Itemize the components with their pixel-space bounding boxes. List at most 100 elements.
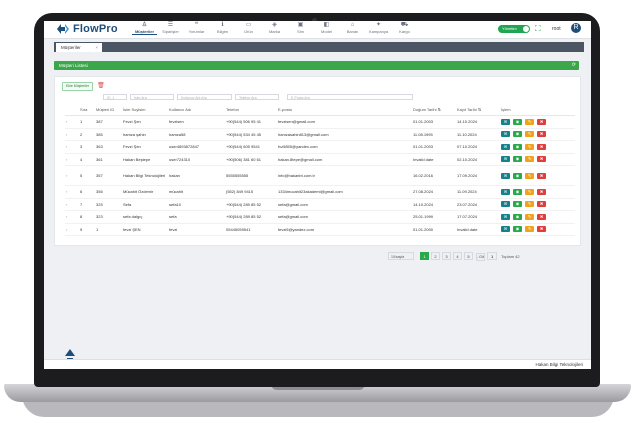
view-icon[interactable]: ◉ — [513, 201, 522, 208]
id-filter-input[interactable]: ID_1 — [103, 94, 127, 100]
cell-name: Fevzi Şen — [122, 115, 168, 129]
expand-row-icon[interactable]: › — [65, 165, 79, 186]
table-toolbar: Ekle Müşteriler 🗑 — [62, 82, 105, 91]
cell-phone: 5555555555 — [225, 165, 277, 186]
cell-id: 356 — [95, 185, 122, 199]
page-button[interactable]: 1 — [420, 252, 429, 260]
refresh-icon[interactable]: ⟳ — [572, 61, 576, 70]
view-icon[interactable]: ◉ — [513, 226, 522, 233]
nav-item-0[interactable]: ♙ Müşteriler — [132, 22, 157, 35]
edit-icon[interactable]: ✎ — [525, 213, 534, 220]
view-icon[interactable]: ◉ — [513, 156, 522, 163]
mode-toggle-label: Yönetim — [502, 26, 517, 31]
expand-row-icon[interactable]: › — [65, 223, 79, 236]
edit-icon[interactable]: ✎ — [525, 118, 534, 125]
trash-icon[interactable]: ✖ — [537, 118, 546, 125]
logo[interactable]: FlowPro — [56, 23, 118, 35]
expand-row-icon[interactable]: › — [65, 128, 79, 141]
footer: Hakan Bilgi Teknolojileri — [44, 359, 591, 369]
expand-row-icon[interactable]: › — [65, 185, 79, 199]
message-icon[interactable]: ✉ — [501, 172, 510, 179]
page-button[interactable]: 4 — [453, 252, 462, 260]
trash-icon[interactable]: ✖ — [537, 188, 546, 195]
nav-item-6[interactable]: ▣ Sim — [288, 22, 313, 35]
view-icon[interactable]: ◉ — [513, 213, 522, 220]
mode-toggle[interactable]: Yönetim — [498, 25, 530, 33]
edit-icon[interactable]: ✎ — [525, 188, 534, 195]
trash-icon[interactable]: ✖ — [537, 172, 546, 179]
edit-icon[interactable]: ✎ — [525, 226, 534, 233]
view-icon[interactable]: ◉ — [513, 118, 522, 125]
main-nav: ♙ Müşteriler ☰ Siparişler ❝ Yorumlar ℹ Bilgim ▭ Ü… — [132, 22, 418, 35]
username-filter-input[interactable]: Kullanıcı Adı Ara — [177, 94, 232, 100]
page-size-select[interactable]: 10/sayfa — [388, 252, 414, 260]
edit-icon[interactable]: ✎ — [525, 156, 534, 163]
trash-icon[interactable]: ✖ — [537, 213, 546, 220]
view-icon[interactable]: ◉ — [513, 131, 522, 138]
message-icon[interactable]: ✉ — [501, 213, 510, 220]
nav-item-1[interactable]: ☰ Siparişler — [158, 22, 183, 35]
nav-item-3[interactable]: ℹ Bilgim — [210, 22, 235, 35]
page-button[interactable]: 3 — [442, 252, 451, 260]
edit-icon[interactable]: ✎ — [525, 131, 534, 138]
nav-item-8[interactable]: ⌂ Banan — [340, 22, 365, 35]
row-actions: ✉ ◉ ✎ ✖ — [501, 172, 574, 179]
view-icon[interactable]: ◉ — [513, 188, 522, 195]
trash-icon[interactable]: ✖ — [537, 143, 546, 150]
trash-icon[interactable]: ✖ — [537, 226, 546, 233]
message-icon[interactable]: ✉ — [501, 143, 510, 150]
message-icon[interactable]: ✉ — [501, 226, 510, 233]
trash-icon[interactable]: ✖ — [537, 201, 546, 208]
edit-icon[interactable]: ✎ — [525, 143, 534, 150]
message-icon[interactable]: ✉ — [501, 118, 510, 125]
expand-row-icon[interactable]: › — [65, 198, 79, 211]
nav-item-9[interactable]: ✦ Kampanya — [366, 22, 391, 35]
view-icon[interactable]: ◉ — [513, 172, 522, 179]
message-icon[interactable]: ✉ — [501, 188, 510, 195]
name-filter-input[interactable]: İsim Ara — [130, 94, 174, 100]
nav-item-2[interactable]: ❝ Yorumlar — [184, 22, 209, 35]
row-actions: ✉ ◉ ✎ ✖ — [501, 213, 574, 220]
message-icon[interactable]: ✉ — [501, 201, 510, 208]
truck-icon: ⛟ — [400, 22, 409, 28]
cell-birth: 14.10.2024 — [412, 198, 456, 211]
message-icon[interactable]: ✉ — [501, 131, 510, 138]
trash-icon[interactable]: ✖ — [537, 156, 546, 163]
store-icon: ⌂ — [350, 22, 355, 28]
tab-musteriler[interactable]: Müşteriler × — [56, 43, 102, 52]
actions-cell: ✉ ◉ ✎ ✖ — [500, 140, 575, 154]
expand-row-icon[interactable]: › — [65, 210, 79, 224]
tag-icon: ◈ — [272, 22, 277, 28]
page-button[interactable]: 5 — [464, 252, 473, 260]
fullscreen-icon[interactable]: ⛶ — [535, 24, 541, 34]
delete-icon[interactable]: 🗑 — [97, 83, 105, 90]
email-filter-input[interactable]: E-Posta Ara — [287, 94, 413, 100]
page-button[interactable]: 2 — [431, 252, 440, 260]
go-to-page-input[interactable]: 1 — [487, 252, 498, 260]
avatar[interactable]: R — [571, 23, 581, 33]
expand-row-icon[interactable]: › — [65, 140, 79, 154]
close-icon[interactable]: × — [95, 43, 98, 52]
add-customer-button[interactable]: Ekle Müşteriler — [62, 82, 94, 91]
expand-row-icon[interactable]: › — [65, 115, 79, 129]
nav-item-10[interactable]: ⛟ Kargo — [392, 22, 417, 35]
view-icon[interactable]: ◉ — [513, 143, 522, 150]
expand-row-icon[interactable]: › — [65, 153, 79, 166]
message-icon[interactable]: ✉ — [501, 156, 510, 163]
nav-item-4[interactable]: ▭ Ürün — [236, 22, 261, 35]
actions-cell: ✉ ◉ ✎ ✖ — [500, 165, 575, 186]
table-body: › 1 387 Fevzi Şen fevzisen +90(544) 506 95 41… — [65, 115, 575, 236]
user-name[interactable]: root — [552, 26, 561, 32]
trash-icon[interactable]: ✖ — [537, 131, 546, 138]
actions-cell: ✉ ◉ ✎ ✖ — [500, 185, 575, 199]
cell-name: Fevzi Şen — [122, 140, 168, 154]
column-header — [65, 104, 79, 116]
customer-table: Sıra Müşteri ID İsim Soyisim Kullanıcı Adı T… — [65, 104, 575, 236]
phone-filter-input[interactable]: Telefon Ara — [235, 94, 279, 100]
next-page-button[interactable]: › — [476, 253, 485, 261]
nav-item-7[interactable]: ◧ Model — [314, 22, 339, 35]
edit-icon[interactable]: ✎ — [525, 201, 534, 208]
list-icon: ☰ — [167, 22, 174, 28]
edit-icon[interactable]: ✎ — [525, 172, 534, 179]
nav-item-5[interactable]: ◈ Marka — [262, 22, 287, 35]
